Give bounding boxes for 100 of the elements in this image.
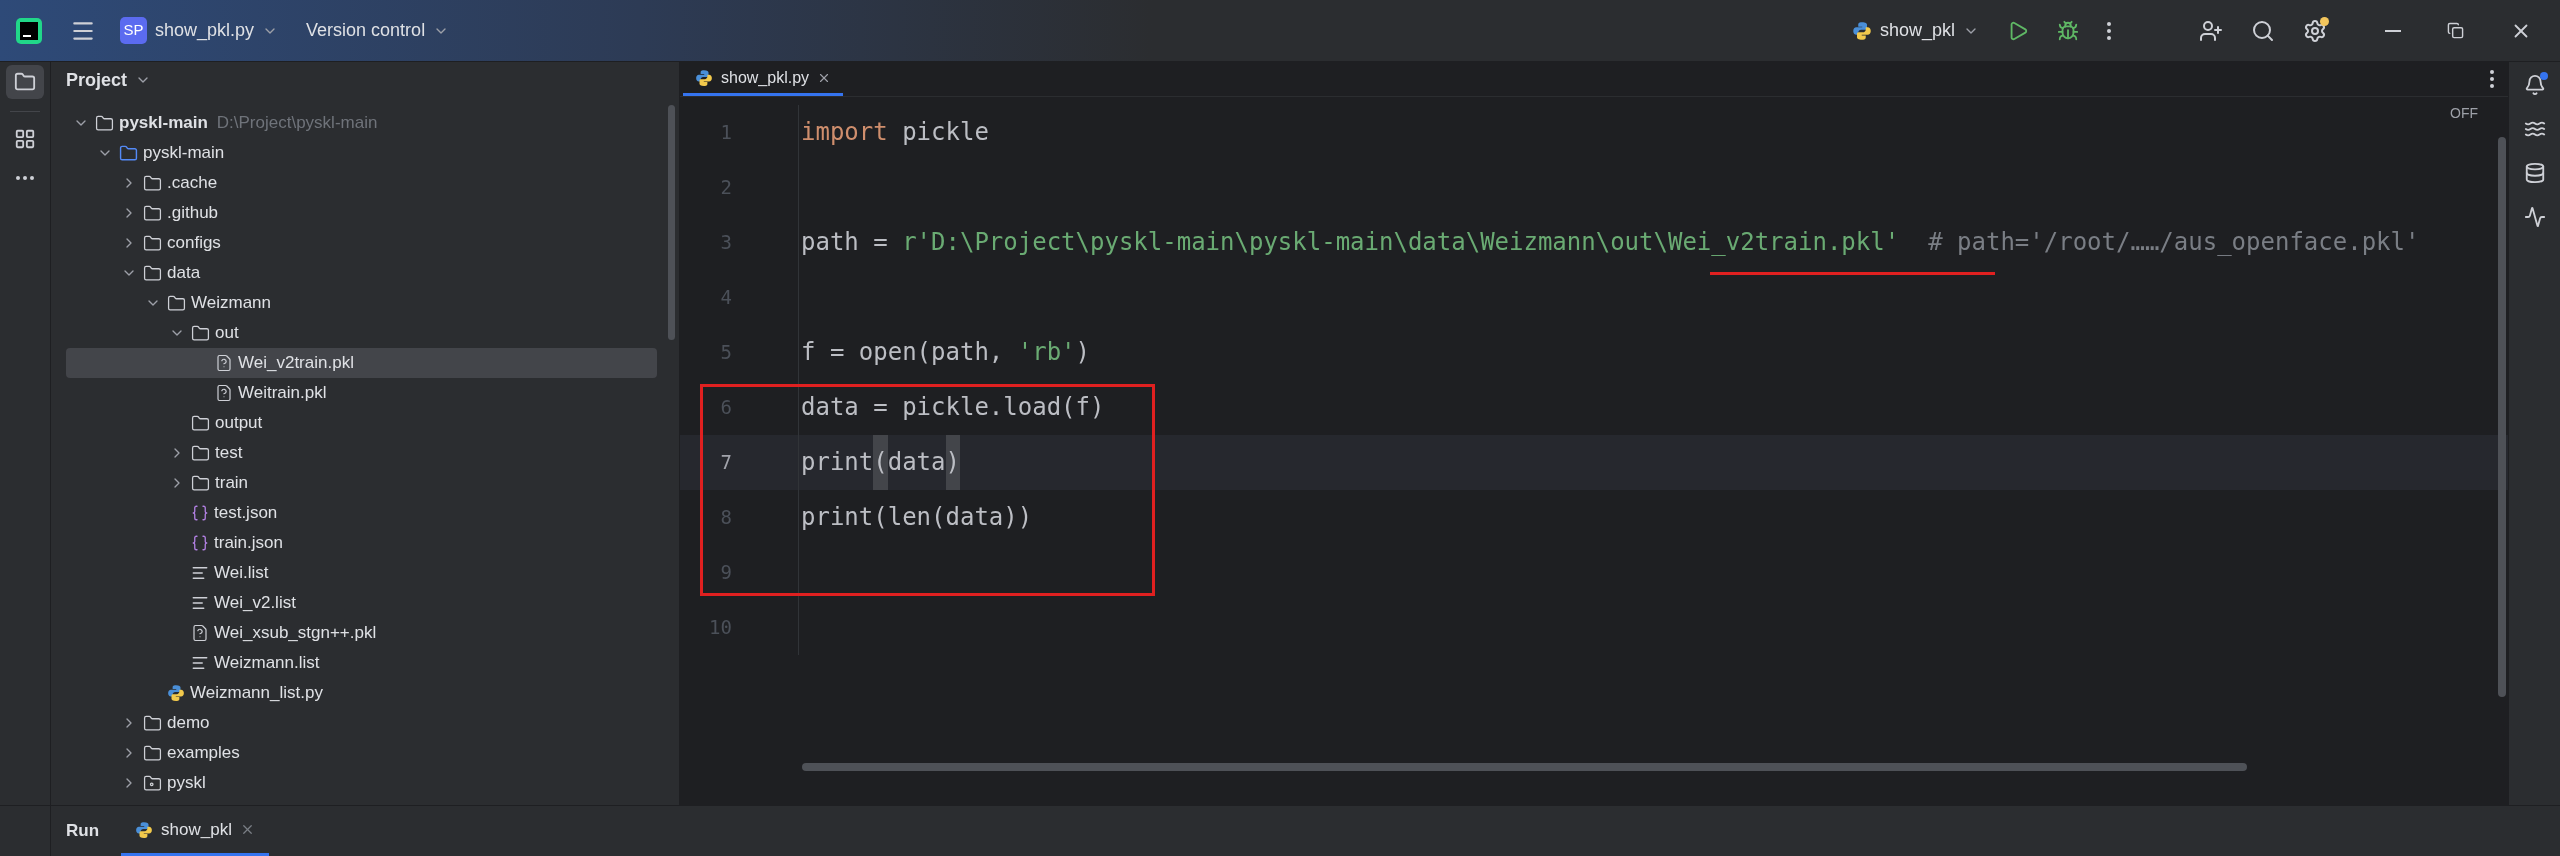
- tree-item[interactable]: Weizmann.list: [66, 648, 657, 678]
- editor-tab-label: show_pkl.py: [721, 67, 810, 88]
- code-text: ): [945, 435, 960, 490]
- tree-item-label: test: [215, 442, 243, 465]
- tree-item-label: train.json: [214, 532, 283, 555]
- python-icon: [1851, 20, 1872, 41]
- tree-item-label: pyskl-main: [119, 112, 208, 135]
- settings-icon: [2303, 18, 2327, 43]
- folder-icon: [143, 743, 162, 763]
- tree-item[interactable]: Wei.list: [66, 558, 657, 588]
- notifications-button[interactable]: [2523, 74, 2546, 96]
- tree-item-path: D:\Project\pyskl-main: [216, 112, 378, 135]
- version-control-label: Version control: [306, 19, 426, 42]
- tree-item[interactable]: examples: [66, 738, 657, 768]
- tree-item[interactable]: pyskl-main D:\Project\pyskl-main: [66, 108, 657, 138]
- database-button[interactable]: [2523, 162, 2546, 184]
- python-icon: [167, 684, 185, 702]
- tree-item-label: Weitrain.pkl: [238, 382, 327, 405]
- project-name: show_pkl.py: [155, 19, 255, 43]
- vertical-dots-icon: [2107, 21, 2111, 40]
- tree-item-label: Weizmann: [191, 292, 271, 315]
- tree-item-label: data: [167, 262, 201, 285]
- folder-icon: [167, 293, 186, 313]
- folder-icon: [143, 713, 162, 733]
- tree-item-label: train: [215, 472, 249, 495]
- tree-item[interactable]: Wei_v2.list: [66, 588, 657, 618]
- code-text: print(len(data)): [801, 502, 1033, 533]
- scrollbar-thumb[interactable]: [668, 105, 675, 340]
- run-configuration-name: show_pkl: [1879, 19, 1955, 43]
- run-tab[interactable]: show_pkl: [121, 806, 269, 856]
- tree-item-label: examples: [167, 742, 240, 765]
- text-file-icon: [191, 564, 209, 582]
- bug-icon: [2057, 19, 2079, 42]
- tree-item[interactable]: out: [66, 318, 657, 348]
- project-view-label: Project: [66, 68, 128, 92]
- profiler-button[interactable]: [2523, 206, 2546, 228]
- tree-item[interactable]: configs: [66, 228, 657, 258]
- tree-item[interactable]: train: [66, 468, 657, 498]
- folder-icon: [119, 143, 138, 163]
- code-text: 'rb': [1017, 337, 1076, 368]
- tree-item[interactable]: output: [66, 408, 657, 438]
- code-text: data = pickle.load(f): [801, 392, 1105, 423]
- database-icon: [2523, 162, 2546, 184]
- package-folder-icon: [143, 773, 162, 793]
- python-icon: [695, 68, 713, 87]
- tree-item[interactable]: Weizmann_list.py: [66, 678, 657, 708]
- current-file-switcher[interactable]: SP show_pkl.py: [120, 17, 279, 44]
- folder-icon: [191, 323, 210, 343]
- tree-item[interactable]: .cache: [66, 168, 657, 198]
- tree-item[interactable]: Wei_v2train.pkl: [66, 348, 657, 378]
- code-text: print: [801, 447, 874, 478]
- tree-item[interactable]: demo: [66, 708, 657, 738]
- tree-item[interactable]: test: [66, 438, 657, 468]
- code-text: data: [887, 447, 946, 478]
- tree-item[interactable]: pyskl: [66, 768, 657, 798]
- unknown-file-icon: [215, 354, 233, 372]
- run-tab-label: show_pkl: [161, 818, 232, 841]
- tree-item-label: Weizmann_list.py: [190, 682, 323, 705]
- tree-item-label: .github: [167, 202, 219, 225]
- project-tool-button[interactable]: [6, 65, 44, 99]
- minimize-icon: [2385, 29, 2401, 32]
- tree-item-label: Weizmann.list: [214, 652, 320, 675]
- tree-item[interactable]: Weizmann: [66, 288, 657, 318]
- unknown-file-icon: [215, 384, 233, 402]
- tree-item[interactable]: pyskl-main: [66, 138, 657, 168]
- code-text: ): [1075, 337, 1090, 368]
- folder-icon: [143, 203, 162, 223]
- folder-icon: [143, 263, 162, 283]
- folder-icon: [143, 173, 162, 193]
- horizontal-scrollbar-thumb[interactable]: [802, 763, 2247, 771]
- run-configuration-selector[interactable]: show_pkl: [1851, 17, 1979, 44]
- tree-item[interactable]: test.json: [66, 498, 657, 528]
- editor-tab[interactable]: show_pkl.py: [683, 62, 844, 96]
- project-view-selector[interactable]: Project: [51, 62, 152, 98]
- tree-item[interactable]: .github: [66, 198, 657, 228]
- vertical-scrollbar-thumb[interactable]: [2498, 137, 2506, 697]
- folder-icon: [143, 233, 162, 253]
- python-icon: [135, 820, 154, 839]
- search-icon: [2251, 18, 2275, 43]
- tree-item[interactable]: data: [66, 258, 657, 288]
- tree-item-label: Wei_xsub_stgn++.pkl: [214, 622, 377, 645]
- tree-item-label: test.json: [214, 502, 278, 525]
- pulse-icon: [2523, 206, 2546, 228]
- app-logo-icon[interactable]: [16, 17, 42, 44]
- code-text: (: [873, 435, 888, 490]
- folder-icon: [95, 113, 114, 133]
- version-control-menu[interactable]: Version control: [306, 17, 450, 44]
- code-text: import: [801, 117, 888, 148]
- tree-item[interactable]: train.json: [66, 528, 657, 558]
- folder-icon: [14, 71, 36, 93]
- tree-item[interactable]: Weitrain.pkl: [66, 378, 657, 408]
- code-text: pickle: [901, 117, 989, 148]
- tree-item-label: Wei_v2.list: [214, 592, 296, 615]
- text-file-icon: [191, 654, 209, 672]
- inspection-status[interactable]: OFF: [2450, 103, 2478, 124]
- code-comment: # path='/root/……/aus_openface.pkl': [1928, 227, 2420, 258]
- tree-item[interactable]: Wei_xsub_stgn++.pkl: [66, 618, 657, 648]
- user-plus-icon: [2199, 18, 2223, 43]
- code-text: f = open(path,: [801, 337, 1005, 368]
- tree-item-label: pyskl-main: [143, 142, 225, 165]
